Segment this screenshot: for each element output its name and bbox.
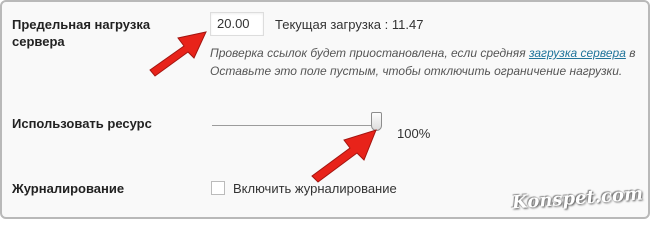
resource-label: Использовать ресурс <box>12 116 152 131</box>
description-prefix: Проверка ссылок будет приостановлена, ес… <box>210 46 529 60</box>
arrow-icon-input <box>149 31 207 77</box>
logging-label: Журналирование <box>12 181 125 196</box>
server-load-description-line1: Проверка ссылок будет приостановлена, ес… <box>210 46 635 60</box>
current-load-text: Текущая загрузка : 11.47 <box>275 17 424 32</box>
arrow-icon-slider <box>311 129 377 183</box>
resource-percent-value: 100% <box>397 126 431 141</box>
server-load-link[interactable]: загрузка сервера <box>529 46 626 60</box>
logging-checkbox[interactable] <box>211 181 225 195</box>
server-load-description-line2: Оставьте это поле пустым, чтобы отключит… <box>210 64 623 78</box>
settings-panel: Предельная нагрузка сервера Текущая загр… <box>0 0 650 219</box>
server-load-input[interactable] <box>210 12 264 36</box>
description-suffix: в <box>625 46 636 60</box>
watermark: Konspet.com <box>511 183 644 214</box>
